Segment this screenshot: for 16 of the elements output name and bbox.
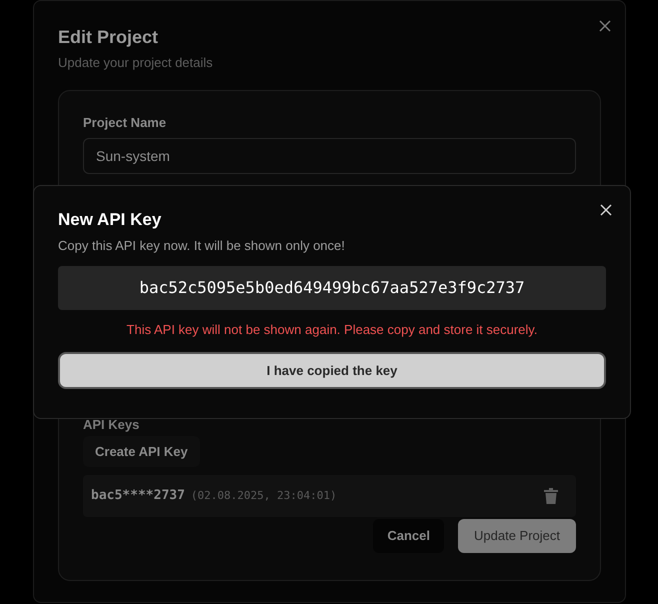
dialog-subtitle: Copy this API key now. It will be shown only once! xyxy=(58,237,346,255)
key-created-date: (02.08.2025, 23:04:01) xyxy=(190,488,337,504)
dialog-subtitle: Update your project details xyxy=(58,54,214,72)
warning-text: This API key will not be shown again. Please copy and store it securely. xyxy=(126,320,538,339)
section-label: API Keys xyxy=(83,417,140,433)
masked-key: bac5****2737 xyxy=(91,486,185,506)
api-key-display: bac52c5095e5b0ed649499bc67aa527e3f9c2737 xyxy=(58,266,606,310)
dialog-title: New API Key xyxy=(58,209,162,231)
field-label: Project Name xyxy=(83,114,168,132)
cancel-button[interactable]: Cancel xyxy=(373,519,444,553)
create-api-key-button[interactable]: Create API Key xyxy=(83,436,200,467)
dialog-title: Edit Project xyxy=(58,26,160,49)
copied-confirm-button[interactable]: I have copied the key xyxy=(58,352,606,389)
update-project-button[interactable]: Update Project xyxy=(458,519,576,553)
trash-icon[interactable] xyxy=(544,488,558,504)
project-name-field[interactable]: Sun-system xyxy=(83,138,576,174)
